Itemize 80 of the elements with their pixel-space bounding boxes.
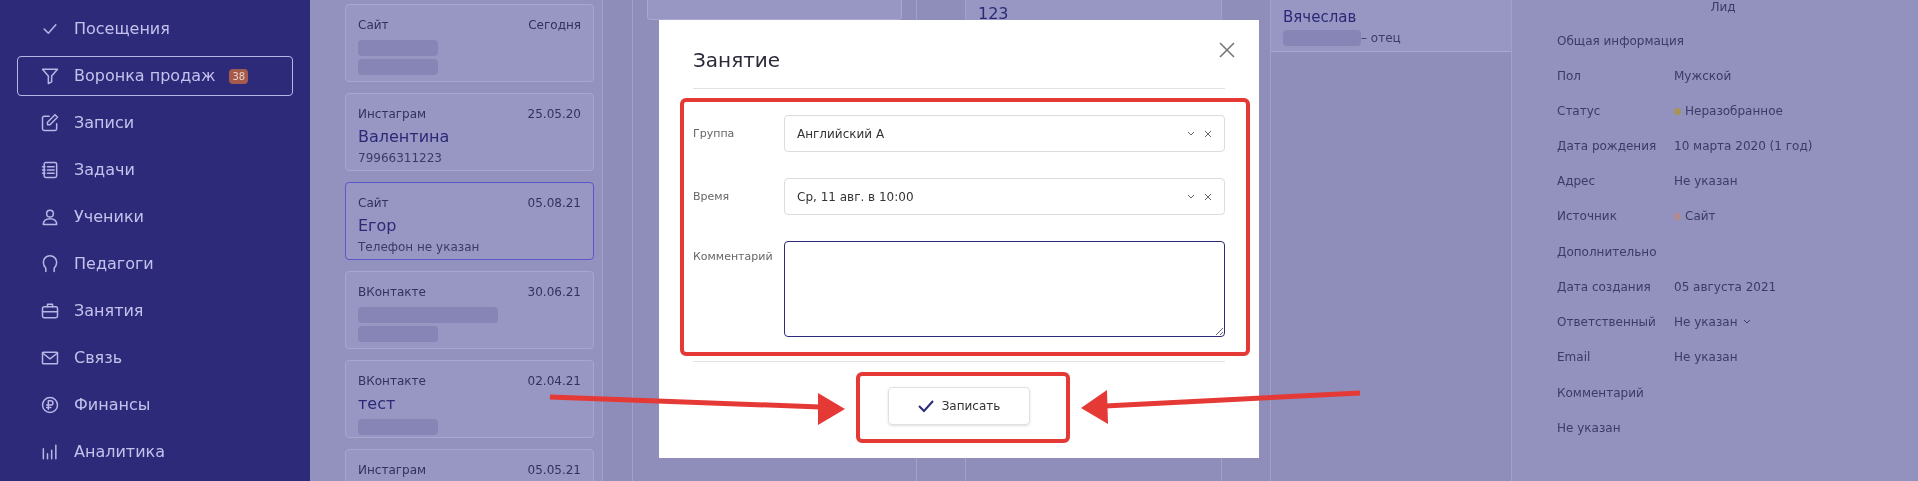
clear-icon [1204, 192, 1212, 201]
edit-icon [40, 113, 60, 133]
field-label: Адрес [1557, 173, 1597, 190]
close-icon [1217, 40, 1237, 60]
section-heading: Общая информация [1557, 33, 1685, 50]
field-value: Не указан [1674, 173, 1738, 190]
lead-source: ВКонтакте [358, 373, 426, 390]
field-value: 10 марта 2020 (1 год) [1674, 138, 1813, 155]
funnel-icon [40, 66, 60, 86]
lead-source: Сайт [358, 17, 389, 34]
briefcase-icon [40, 301, 60, 321]
lead-date: Сегодня [528, 17, 581, 34]
field-value: Не указан [1674, 349, 1738, 366]
ruble-coin-icon [40, 395, 60, 415]
field-value: Не указан [1557, 420, 1621, 437]
lead-phone: 79966311223 [358, 150, 443, 167]
field-label: Email [1557, 349, 1592, 366]
contact-relation: – отец [1361, 29, 1401, 47]
field-label: Статус [1557, 103, 1602, 120]
sidebar-item[interactable]: Занятия [17, 291, 293, 331]
sidebar-item[interactable]: Связь [17, 338, 293, 378]
select-field[interactable]: Ср, 11 авг. в 10:00 [784, 178, 1225, 215]
card-text: 123 [978, 4, 1009, 23]
contact-name: Вячеслав [1283, 7, 1358, 28]
field-label: Дата рождения [1557, 138, 1658, 155]
lead-source: Сайт [358, 195, 389, 212]
lead-card[interactable]: Сайт Сегодня [345, 4, 594, 82]
field-label: Источник [1557, 208, 1618, 225]
lead-name: тест [358, 393, 397, 415]
user-icon [40, 207, 60, 227]
lead-card[interactable]: Инстаграм 25.05.20 Валентина 79966311223 [345, 93, 594, 171]
lead-name: Валентина [358, 126, 451, 148]
panel-title: Лид [1709, 0, 1737, 14]
sidebar-item[interactable]: Ученики [17, 197, 293, 237]
sidebar-item[interactable]: Педагоги [17, 244, 293, 284]
lead-date: 30.06.21 [527, 284, 581, 301]
section-heading: Дополнительно [1557, 244, 1658, 261]
sidebar-item[interactable]: Задачи [17, 150, 293, 190]
form-label: Время [693, 189, 731, 205]
lead-date: 25.05.20 [527, 106, 581, 123]
lead-card[interactable]: ВКонтакте 02.04.21 тест [345, 360, 594, 438]
lead-phone: Телефон не указан [358, 239, 481, 256]
form-label: Комментарий [693, 249, 774, 265]
field-label: Дата создания [1557, 279, 1652, 296]
sidebar-item[interactable]: Посещения [17, 9, 293, 49]
form-label: Группа [693, 126, 736, 142]
clear-icon [1204, 129, 1212, 138]
lead-source: ВКонтакте [358, 284, 426, 301]
check-icon [917, 399, 934, 413]
lead-source: Инстаграм [358, 106, 427, 123]
sidebar-item[interactable]: Записи [17, 103, 293, 143]
lead-date: 05.05.21 [527, 462, 581, 479]
lead-date: 05.08.21 [527, 195, 581, 212]
field-value: Сайт [1685, 208, 1716, 225]
lead-source: Инстаграм [358, 462, 427, 479]
count-badge: 38 [229, 68, 249, 84]
field-value: Неразобранное [1685, 103, 1783, 120]
field-value[interactable]: Не указан [1674, 313, 1738, 331]
modal-title: Занятие [693, 47, 782, 74]
list-icon [40, 160, 60, 180]
field-label: Ответственный [1557, 314, 1657, 331]
submit-button[interactable]: Записать [888, 387, 1030, 425]
section-heading: Комментарий [1557, 385, 1645, 402]
lead-card[interactable]: Инстаграм 05.05.21 [345, 449, 594, 481]
field-value: Мужской [1674, 68, 1732, 85]
sidebar-item[interactable]: Воронка продаж 38 [17, 56, 293, 96]
lead-name: Егор [358, 215, 398, 237]
comment-field[interactable] [784, 241, 1225, 337]
lead-card[interactable]: Сайт 05.08.21 Егор Телефон не указан [345, 182, 594, 260]
lead-date: 02.04.21 [527, 373, 581, 390]
sidebar-item[interactable]: Аналитика [17, 432, 293, 472]
sidebar-item[interactable]: Финансы [17, 385, 293, 425]
head-icon [40, 254, 60, 274]
bar-chart-icon [40, 442, 60, 462]
lead-card[interactable]: ВКонтакте 30.06.21 [345, 271, 594, 349]
field-label: Пол [1557, 68, 1583, 85]
close-button[interactable] [1217, 40, 1237, 60]
select-field[interactable]: Английский А [784, 115, 1225, 152]
field-value: 05 августа 2021 [1674, 279, 1777, 296]
mail-icon [40, 348, 60, 368]
